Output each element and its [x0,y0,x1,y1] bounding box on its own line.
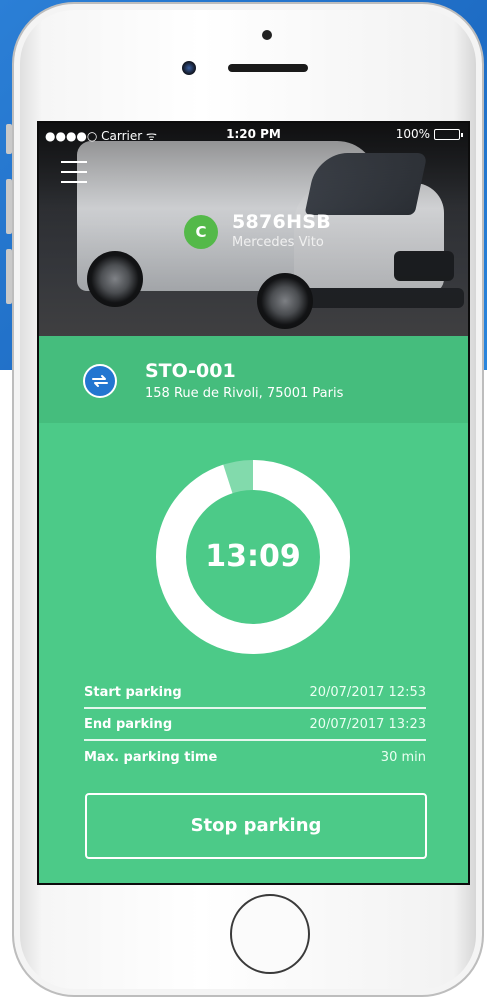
swap-arrows-icon [92,375,108,387]
swap-location-button[interactable] [83,364,117,398]
earpiece-speaker [228,64,308,72]
end-parking-row: End parking 20/07/2017 13:23 [84,709,426,741]
parking-session-panel: 13:09 Start parking 20/07/2017 12:53 End… [39,423,468,883]
stop-parking-button[interactable]: Stop parking [85,793,427,859]
location-code: STO-001 [145,360,236,382]
front-camera [182,61,196,75]
start-parking-label: Start parking [84,684,182,700]
battery-icon [434,128,463,140]
start-parking-row: Start parking 20/07/2017 12:53 [84,677,426,709]
parking-location: STO-001 158 Rue de Rivoli, 75001 Paris [39,336,468,423]
hamburger-menu-icon[interactable] [61,161,87,183]
parking-details: Start parking 20/07/2017 12:53 End parki… [84,677,426,773]
battery-percent: 100% [395,127,430,141]
volume-down-button [6,249,12,304]
end-parking-label: End parking [84,716,173,732]
app-screen: ●●●●○ Carrier ᯤ 1:20 PM 100% C 5876HSB M… [37,121,470,885]
status-battery: 100% [395,127,463,141]
volume-up-button [6,179,12,234]
status-bar: ●●●●○ Carrier ᯤ 1:20 PM 100% [39,127,468,145]
max-parking-time-label: Max. parking time [84,749,218,765]
mute-switch [6,124,12,154]
timer-display: 13:09 [205,539,301,574]
end-parking-value: 20/07/2017 13:23 [309,716,426,732]
vehicle-category-badge: C [184,215,218,249]
vehicle-model: Mercedes Vito [232,235,324,250]
top-sensor [262,30,272,40]
max-parking-time-value: 30 min [380,749,426,765]
home-button[interactable] [230,894,310,974]
vehicle-plate: 5876HSB [232,211,332,233]
location-address: 158 Rue de Rivoli, 75001 Paris [145,386,344,401]
max-parking-time-row: Max. parking time 30 min [84,741,426,773]
start-parking-value: 20/07/2017 12:53 [309,684,426,700]
vehicle-header: ●●●●○ Carrier ᯤ 1:20 PM 100% C 5876HSB M… [39,123,468,336]
